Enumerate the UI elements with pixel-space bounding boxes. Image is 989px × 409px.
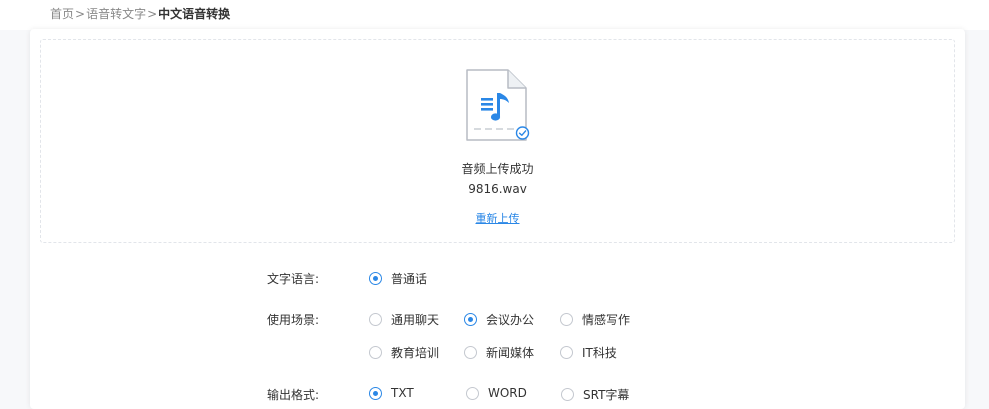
- radio-checked-icon[interactable]: [464, 313, 477, 326]
- scene-label: 使用场景:: [267, 313, 320, 327]
- radio-unchecked-icon[interactable]: [369, 313, 382, 326]
- radio-unchecked-icon[interactable]: [466, 386, 479, 400]
- reupload-link-wrap: 重新上传: [41, 210, 954, 226]
- option-label: WORD: [488, 386, 527, 400]
- radio-unchecked-icon[interactable]: [560, 313, 573, 326]
- option-label: TXT: [391, 386, 414, 400]
- main-card: 音频上传成功 9816.wav 重新上传 文字语言: 普通话 使用场景: 通用聊…: [30, 29, 965, 409]
- radio-unchecked-icon[interactable]: [560, 346, 573, 359]
- option-label: 普通话: [391, 272, 428, 286]
- radio-unchecked-icon[interactable]: [561, 388, 574, 401]
- option-label: 教育培训: [391, 346, 440, 360]
- option-label: 通用聊天: [391, 313, 440, 327]
- breadcrumb-separator: >: [75, 7, 86, 21]
- reupload-link[interactable]: 重新上传: [476, 212, 520, 225]
- scene-option-writing[interactable]: 情感写作: [560, 311, 630, 328]
- breadcrumb-separator: >: [147, 7, 158, 21]
- radio-checked-icon[interactable]: [369, 272, 382, 285]
- breadcrumb: 首页>语音转文字>中文语音转换: [50, 6, 230, 22]
- radio-unchecked-icon[interactable]: [369, 346, 382, 359]
- top-bar: 首页>语音转文字>中文语音转换: [0, 0, 989, 30]
- format-label: 输出格式:: [267, 388, 320, 402]
- option-label: 新闻媒体: [486, 346, 535, 360]
- option-label: SRT字幕: [583, 388, 630, 402]
- option-label: IT科技: [582, 346, 617, 360]
- language-option-mandarin[interactable]: 普通话: [369, 270, 427, 287]
- audio-file-icon: [466, 69, 530, 141]
- scene-option-it[interactable]: IT科技: [560, 344, 617, 361]
- breadcrumb-home[interactable]: 首页: [50, 7, 74, 21]
- file-name: 9816.wav: [468, 182, 527, 196]
- scene-option-news[interactable]: 新闻媒体: [464, 344, 534, 361]
- format-option-word[interactable]: WORD: [466, 386, 527, 400]
- option-label: 情感写作: [582, 313, 631, 327]
- format-option-srt[interactable]: SRT字幕: [561, 386, 629, 403]
- format-option-txt[interactable]: TXT: [369, 386, 414, 400]
- upload-zone[interactable]: 音频上传成功 9816.wav 重新上传: [40, 39, 955, 243]
- radio-unchecked-icon[interactable]: [464, 346, 477, 359]
- upload-status: 音频上传成功: [461, 162, 534, 176]
- option-label: 会议办公: [486, 313, 535, 327]
- breadcrumb-parent[interactable]: 语音转文字: [86, 7, 146, 21]
- breadcrumb-current: 中文语音转换: [158, 7, 231, 21]
- scene-option-chat[interactable]: 通用聊天: [369, 311, 439, 328]
- radio-checked-icon[interactable]: [369, 386, 382, 400]
- language-label: 文字语言:: [267, 272, 320, 286]
- scene-option-meeting[interactable]: 会议办公: [464, 311, 534, 328]
- scene-option-education[interactable]: 教育培训: [369, 344, 439, 361]
